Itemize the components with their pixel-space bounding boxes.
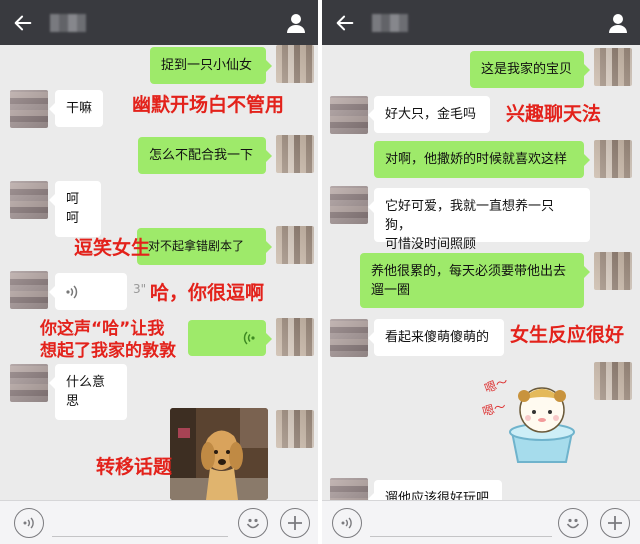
contact-avatar[interactable] (10, 364, 48, 402)
message-bubble-outgoing[interactable]: 这是我家的宝贝 (470, 51, 590, 88)
message-bubble-incoming[interactable]: 它好可爱，我就一直想养一只狗， 可惜没时间照顾 (368, 188, 590, 252)
title-bar (0, 0, 318, 45)
emoji-icon (246, 518, 260, 529)
voice-message-outgoing[interactable] (188, 320, 272, 356)
message-line: 可惜没时间照顾 (385, 237, 477, 252)
more-button[interactable] (600, 508, 630, 538)
back-arrow-icon[interactable] (334, 12, 356, 34)
my-avatar[interactable] (594, 252, 632, 290)
contact-avatar[interactable] (330, 96, 368, 134)
annotation-text: 哈，你很逗啊 (150, 282, 265, 304)
person-icon[interactable] (284, 11, 308, 35)
voice-input-button[interactable] (14, 508, 44, 538)
person-icon[interactable] (606, 11, 630, 35)
message-input[interactable] (52, 536, 228, 537)
message-bubble-incoming[interactable]: 干嘛 (49, 90, 103, 127)
message-bubble-outgoing[interactable]: 怎么不配合我一下 (138, 137, 272, 174)
message-line: 遛一圈 (371, 283, 411, 298)
my-avatar[interactable] (276, 226, 314, 264)
plus-icon (288, 516, 302, 530)
voice-icon (23, 517, 34, 529)
chat-panel-left: 捉到一只小仙女 干嘛 幽默开场白不管用 怎么不配合我一下 呵呵 对不起拿错剧本了… (0, 0, 318, 544)
voice-duration: 3" (133, 282, 147, 296)
more-button[interactable] (280, 508, 310, 538)
contact-name-blurred (372, 14, 408, 32)
my-avatar[interactable] (276, 318, 314, 356)
my-avatar[interactable] (594, 48, 632, 86)
input-bar (0, 500, 318, 544)
message-line: 养他很累的，每天必须要带他出去 (371, 264, 567, 279)
contact-avatar[interactable] (330, 186, 368, 224)
message-bubble-incoming[interactable]: 好大只，金毛吗 (368, 96, 490, 133)
golden-retriever-photo[interactable] (170, 408, 268, 500)
message-input[interactable] (370, 536, 552, 537)
back-arrow-icon[interactable] (12, 12, 34, 34)
message-bubble-incoming[interactable]: 什么意思 (49, 364, 127, 420)
contact-avatar[interactable] (10, 271, 48, 309)
emoji-button[interactable] (238, 508, 268, 538)
voice-message-incoming[interactable] (49, 273, 127, 310)
contact-avatar[interactable] (330, 319, 368, 357)
my-avatar[interactable] (594, 140, 632, 178)
my-avatar[interactable] (276, 45, 314, 83)
voice-wave-icon (66, 285, 78, 299)
my-avatar[interactable] (276, 410, 314, 448)
annotation-text: 逗笑女生 (74, 237, 151, 259)
input-bar (322, 500, 640, 544)
plus-icon (608, 516, 622, 530)
my-avatar[interactable] (276, 135, 314, 173)
annotation-text: 女生反应很好 (510, 324, 625, 346)
my-avatar[interactable] (594, 362, 632, 400)
message-bubble-outgoing[interactable]: 对啊，他撒娇的时候就喜欢这样 (374, 141, 590, 178)
message-bubble-outgoing[interactable]: 对不起拿错剧本了 (137, 228, 272, 265)
annotation-text: 转移话题 (96, 456, 173, 478)
annotation-text: 幽默开场白不管用 (132, 94, 285, 116)
voice-input-button[interactable] (332, 508, 362, 538)
message-bubble-incoming[interactable]: 看起来傻萌傻萌的 (368, 319, 504, 356)
annotation-text: 想起了我家的敦敦 (40, 341, 176, 361)
message-line: 它好可爱，我就一直想养一只狗， (385, 199, 555, 233)
annotation-text: 兴趣聊天法 (506, 103, 602, 125)
message-bubble-outgoing[interactable]: 养他很累的，每天必须要带他出去 遛一圈 (360, 253, 590, 308)
voice-icon (341, 517, 352, 529)
message-bubble-outgoing[interactable]: 捉到一只小仙女 (150, 47, 272, 84)
sticker-image[interactable]: 嗯～ 嗯～ (481, 370, 592, 470)
contact-name-blurred (50, 14, 86, 32)
chat-panel-right: 这是我家的宝贝 好大只，金毛吗 兴趣聊天法 对啊，他撒娇的时候就喜欢这样 它好可… (322, 0, 640, 544)
annotation-text: 你这声“哈”让我 (40, 319, 165, 339)
emoji-button[interactable] (558, 508, 588, 538)
contact-avatar[interactable] (10, 181, 48, 219)
title-bar (322, 0, 640, 45)
message-bubble-incoming[interactable]: 呵呵 (49, 181, 101, 237)
contact-avatar[interactable] (10, 90, 48, 128)
voice-wave-icon (243, 331, 255, 345)
emoji-icon (566, 518, 580, 529)
